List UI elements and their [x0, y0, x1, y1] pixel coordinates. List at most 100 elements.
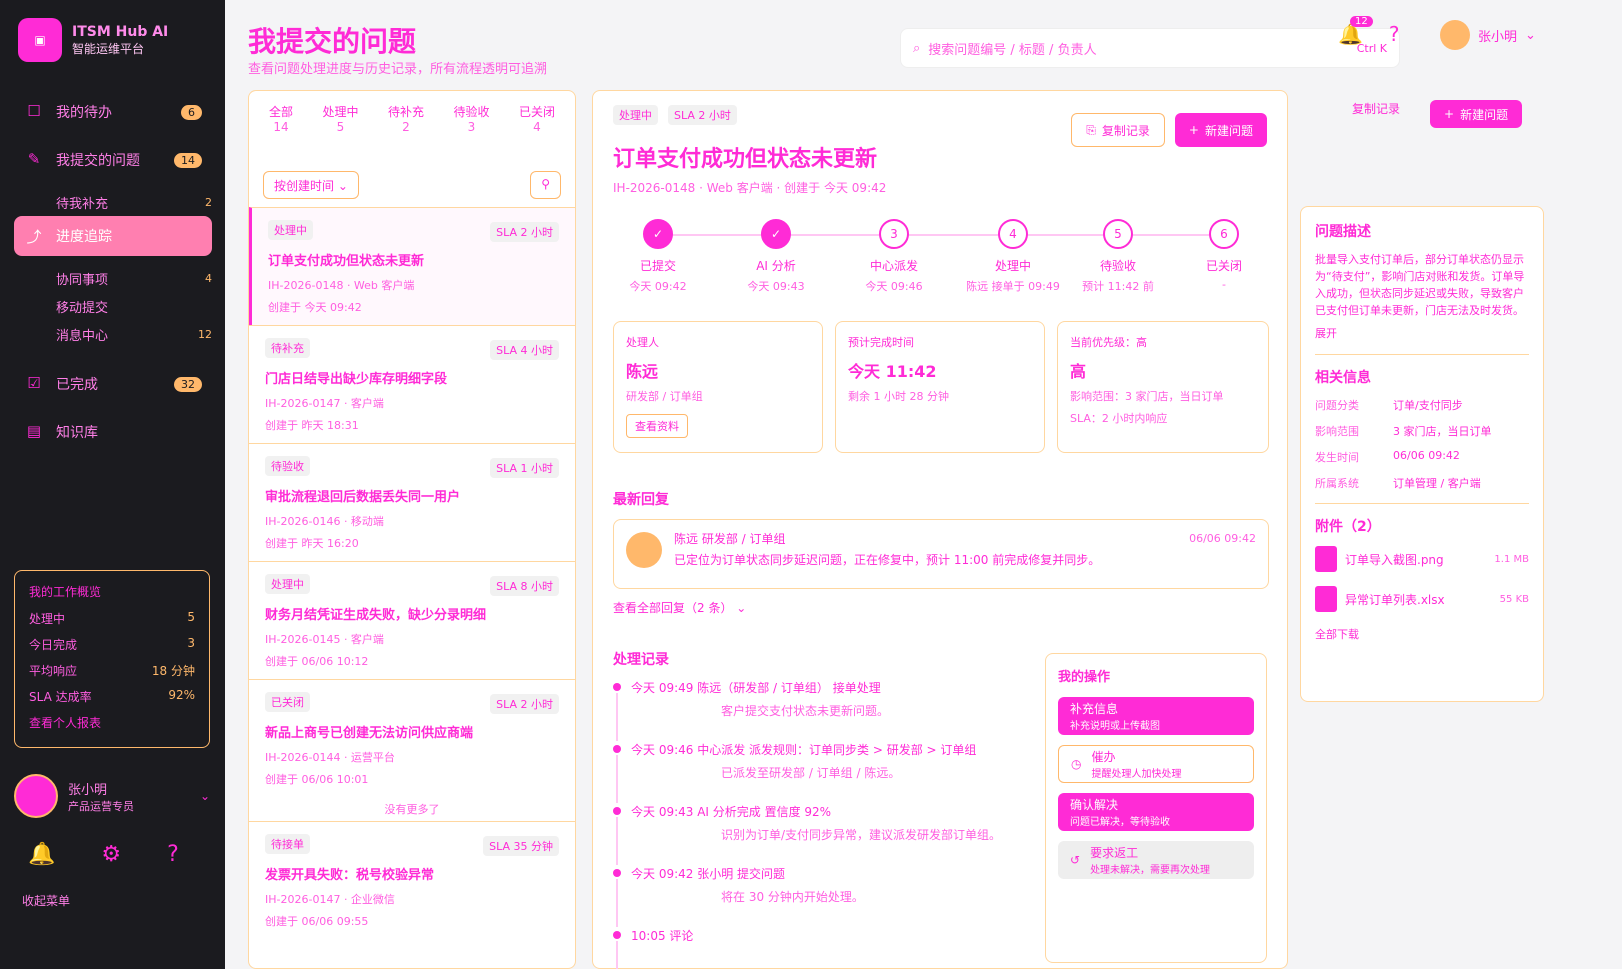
sidebar-item-kb[interactable]: ▤ 知识库 — [14, 412, 212, 452]
aux-actions: 复制记录 + 新建问题 — [1352, 100, 1523, 128]
sla-badge: SLA 35 分钟 — [483, 836, 559, 856]
urge-button[interactable]: ◷ 催办 提醒处理人加快处理 — [1058, 745, 1254, 783]
reply-text: 已定位为订单状态同步延迟问题，正在修复中，预计 11:00 前完成修复并同步。 — [674, 553, 1101, 567]
sidebar-item-submitted[interactable]: ✎ 我提交的问题 14 — [14, 140, 212, 180]
priority-value: 高 — [1070, 362, 1087, 381]
copy-record-button[interactable]: ⎘ 复制记录 — [1071, 113, 1165, 147]
issue-card[interactable]: 待接单 SLA 35 分钟 发票开具失败：税号校验异常 IH-2026-0147… — [249, 821, 575, 939]
op-sub: 问题已解决，等待验收 — [1070, 817, 1170, 828]
bell-icon[interactable]: 🔔 — [28, 842, 55, 867]
tab-acceptance[interactable]: 待验收 3 — [453, 105, 489, 153]
subitem-label: 消息中心 — [56, 328, 109, 344]
sidebar-item-progress[interactable]: ⤴ 进度追踪 — [14, 216, 212, 256]
no-more-hint: 没有更多了 — [384, 803, 440, 816]
issue-title: 门店日结导出缺少库存明细字段 — [265, 372, 448, 387]
issue-meta: IH-2026-0144 · 运营平台 — [265, 751, 395, 764]
book-icon: ▤ — [26, 422, 42, 440]
copy-record-link[interactable]: 复制记录 — [1352, 100, 1400, 128]
step-dispatch: 3 中心派发 今天 09:46 — [849, 219, 939, 294]
sidebar-count: 6 — [181, 104, 202, 120]
sidebar-user[interactable]: 张小明 产品运营专员 ⌄ — [14, 768, 210, 824]
issue-card[interactable]: 已关闭 SLA 2 小时 新品上商号已创建无法访问供应商端 IH-2026-01… — [249, 679, 575, 797]
sidebar-nav: ☐ 我的待办 6 ✎ 我提交的问题 14 待我补充 2 ⤴ 进度追踪 协同事项 4 … — [14, 92, 212, 460]
overview-value: 92% — [168, 688, 195, 702]
sidebar-count: 14 — [174, 152, 202, 168]
sidebar-footer-icons: 🔔 ⚙ ? — [28, 842, 179, 867]
avatar — [14, 774, 58, 818]
detail-meta: IH-2026-0148 · Web 客户端 · 创建于 今天 09:42 — [613, 181, 887, 195]
header-user[interactable]: 张小明 ⌄ — [1440, 20, 1536, 50]
inbox-icon: ☐ — [27, 102, 41, 120]
op-label: 催办 — [1091, 750, 1116, 764]
view-all-replies-link[interactable]: 查看全部回复（2 条） ⌄ — [613, 599, 746, 616]
attachment-item[interactable]: 订单导入截图.png 1.1 MB — [1315, 546, 1529, 572]
sla-badge: SLA 2 小时 — [490, 222, 559, 242]
sidebar-item-todo[interactable]: ☐ 我的待办 6 — [14, 92, 212, 132]
sidebar-count: 32 — [174, 376, 202, 392]
expand-link[interactable]: 展开 — [1315, 325, 1529, 342]
personal-report-link[interactable]: 查看个人报表 — [29, 714, 195, 731]
help-icon[interactable]: ? — [167, 842, 179, 867]
gear-icon[interactable]: ⚙ — [101, 842, 121, 867]
tab-count: 5 — [336, 120, 345, 134]
sidebar-subitem-supplement[interactable]: 待我补充 2 — [14, 188, 212, 216]
tab-processing[interactable]: 处理中 5 — [322, 105, 358, 153]
new-issue-label: 新建问题 — [1204, 123, 1253, 138]
step-time: - — [1222, 278, 1226, 291]
subitem-count: 2 — [205, 195, 212, 209]
copy-label: 复制记录 — [1101, 123, 1150, 138]
download-all-link[interactable]: 全部下载 — [1315, 626, 1529, 643]
view-profile-button[interactable]: 查看资料 — [626, 414, 688, 438]
status-badge: 待验收 — [265, 456, 310, 476]
issue-side-panel: 问题描述 批量导入支付订单后，部分订单状态仍显示为“待支付”，影响门店对账和发货… — [1300, 206, 1544, 702]
step-label: 中心派发 — [869, 259, 918, 273]
supplement-info-button[interactable]: 补充信息 补充说明或上传截图 — [1058, 697, 1254, 735]
sort-dropdown[interactable]: 按创建时间 ⌄ — [263, 171, 359, 199]
priority-scope: 影响范围：3 家门店，当日订单 — [1070, 390, 1224, 403]
new-issue-button[interactable]: + 新建问题 — [1174, 113, 1267, 147]
overview-row: 今日完成 3 — [29, 636, 195, 653]
sidebar-item-done[interactable]: ☑ 已完成 32 — [14, 364, 212, 404]
tab-all[interactable]: 全部 14 — [269, 105, 293, 153]
collapse-menu-button[interactable]: 收起菜单 — [22, 892, 70, 909]
confirm-resolve-button[interactable]: 确认解决 问题已解决，等待验收 — [1058, 793, 1254, 831]
search-bar[interactable]: ⌕ 搜索问题编号 / 标题 / 负责人 Ctrl K — [900, 28, 1400, 68]
issue-card[interactable]: 待验收 SLA 1 小时 审批流程退回后数据丢失同一用户 IH-2026-014… — [249, 443, 575, 561]
app-subtitle: 智能运维平台 — [72, 41, 145, 56]
sidebar: ▣ ITSM Hub AI 智能运维平台 ☐ 我的待办 6 ✎ 我提交的问题 1… — [0, 0, 225, 969]
step-time: 今天 09:46 — [865, 280, 923, 293]
tab-closed[interactable]: 已关闭 4 — [519, 105, 555, 153]
issue-card[interactable]: 处理中 SLA 2 小时 订单支付成功但状态未更新 IH-2026-0148 ·… — [249, 207, 575, 325]
reply-time: 06/06 09:42 — [1189, 532, 1256, 545]
new-issue-button-aux[interactable]: + 新建问题 — [1430, 100, 1523, 128]
subitem-count: 12 — [198, 327, 212, 341]
check-icon: ☑ — [27, 374, 41, 392]
list-filters: 按创建时间 ⌄ ⚲ — [249, 153, 575, 207]
sidebar-subitem-messages[interactable]: 消息中心 12 — [14, 320, 212, 348]
filter-icon[interactable]: ⚲ — [530, 171, 561, 199]
issue-card[interactable]: 待补充 SLA 4 小时 门店日结导出缺少库存明细字段 IH-2026-0147… — [249, 325, 575, 443]
sidebar-subitem-mobile[interactable]: 移动提交 — [14, 292, 212, 320]
issue-date: 创建于 06/06 10:01 — [265, 773, 369, 786]
timeline-item: 今天 09:42 张小明 提交问题 将在 30 分钟内开始处理。 — [613, 865, 1033, 927]
tab-supplement[interactable]: 待补充 2 — [388, 105, 424, 153]
timeline-body: 将在 30 分钟内开始处理。 — [721, 890, 864, 904]
step-circle: 6 — [1209, 219, 1239, 249]
op-label: 补充信息 — [1070, 702, 1119, 716]
search-input[interactable]: 搜索问题编号 / 标题 / 负责人 — [928, 39, 1096, 58]
brand: ▣ ITSM Hub AI 智能运维平台 — [18, 18, 168, 62]
issue-title: 审批流程退回后数据丢失同一用户 — [265, 490, 461, 505]
step-submitted: ✓ 已提交 今天 09:42 — [613, 219, 703, 294]
timeline-item: 今天 09:43 AI 分析完成 置信度 92% 识别为订单/支付同步异常，建议派… — [613, 803, 1033, 865]
notification-badge: 12 — [1350, 16, 1373, 27]
sla-badge: SLA 2 小时 — [668, 105, 737, 125]
plus-icon: + — [1188, 123, 1199, 137]
help-icon[interactable]: ? — [1389, 22, 1400, 46]
attachment-item[interactable]: 异常订单列表.xlsx 55 KB — [1315, 586, 1529, 612]
sidebar-subitem-collab[interactable]: 协同事项 4 — [14, 264, 212, 292]
issue-card[interactable]: 处理中 SLA 8 小时 财务月结凭证生成失败，缺少分录明细 IH-2026-0… — [249, 561, 575, 679]
my-operations: 我的操作 补充信息 补充说明或上传截图 ◷ 催办 提醒处理人加快处理 确认解决 问题已解… — [1045, 653, 1267, 963]
rework-button[interactable]: ↺ 要求返工 处理未解决，需要再次处理 — [1058, 841, 1254, 879]
chevron-down-icon[interactable]: ⌄ — [200, 789, 210, 803]
image-file-icon — [1315, 546, 1337, 572]
